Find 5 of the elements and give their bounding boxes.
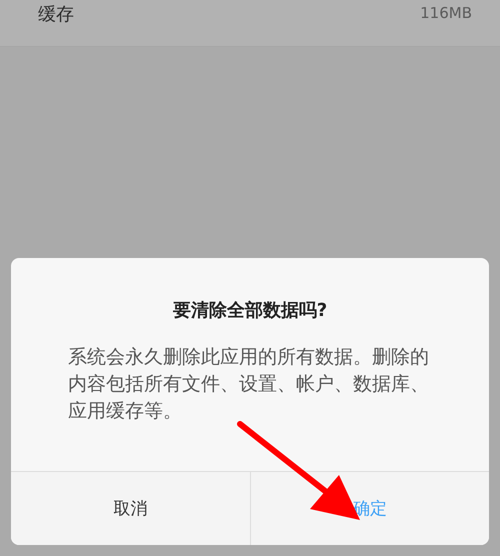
dialog-message: 系统会永久删除此应用的所有数据。删除的内容包括所有文件、设置、帐户、数据库、应用缓存等。 (68, 345, 430, 424)
dialog-title: 要清除全部数据吗? (172, 299, 328, 322)
row-label: 缓存 (38, 3, 74, 26)
settings-row[interactable]: 缓存 116MB (0, 0, 500, 47)
row-value: 116MB (420, 4, 472, 22)
